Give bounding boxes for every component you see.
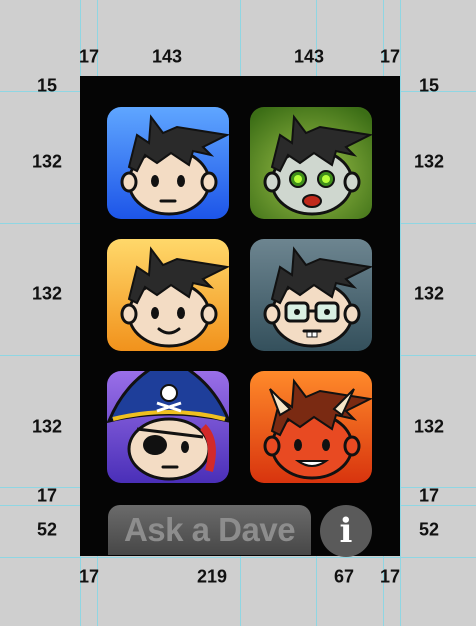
ask-a-dave-button[interactable]: Ask a Dave <box>108 505 311 555</box>
dim-row3-right: 132 <box>413 416 445 437</box>
dim-top-col1: 143 <box>151 46 183 67</box>
avatar-tile-happy[interactable] <box>107 239 229 351</box>
dim-top-margin-left: 15 <box>36 75 58 96</box>
zombie-dave-icon <box>250 107 372 219</box>
dim-row2-left: 132 <box>31 283 63 304</box>
guide-line <box>0 557 476 558</box>
pirate-dave-icon <box>107 371 229 483</box>
devil-dave-icon <box>250 371 372 483</box>
nerd-dave-icon <box>250 239 372 351</box>
happy-dave-icon <box>107 239 229 351</box>
dim-bar-height-left: 52 <box>36 519 58 540</box>
dim-bottom-ask-width: 219 <box>196 566 228 587</box>
dim-bar-height-right: 52 <box>418 519 440 540</box>
dim-top-left-margin: 17 <box>78 46 100 67</box>
dim-bottom-info-width: 67 <box>333 566 355 587</box>
info-icon: i <box>339 511 353 551</box>
dim-top-margin-right: 15 <box>418 75 440 96</box>
info-button[interactable]: i <box>320 505 372 557</box>
avatar-tile-nerd[interactable] <box>250 239 372 351</box>
dim-top-col2: 143 <box>293 46 325 67</box>
dim-row2-right: 132 <box>413 283 445 304</box>
avatar-tile-devil[interactable] <box>250 371 372 483</box>
dim-bottom-gap-left: 17 <box>36 485 58 506</box>
ask-a-dave-label: Ask a Dave <box>123 511 296 548</box>
dim-bottom-right-margin: 17 <box>379 566 401 587</box>
dim-row1-left: 132 <box>31 151 63 172</box>
dim-top-right-margin: 17 <box>379 46 401 67</box>
dim-bottom-gap-right: 17 <box>418 485 440 506</box>
avatar-tile-classic[interactable] <box>107 107 229 219</box>
avatar-tile-pirate[interactable] <box>107 371 229 483</box>
avatar-tile-zombie[interactable] <box>250 107 372 219</box>
dim-bottom-left-margin: 17 <box>78 566 100 587</box>
dim-row3-left: 132 <box>31 416 63 437</box>
dim-row1-right: 132 <box>413 151 445 172</box>
guide-line <box>400 0 401 626</box>
classic-dave-icon <box>107 107 229 219</box>
